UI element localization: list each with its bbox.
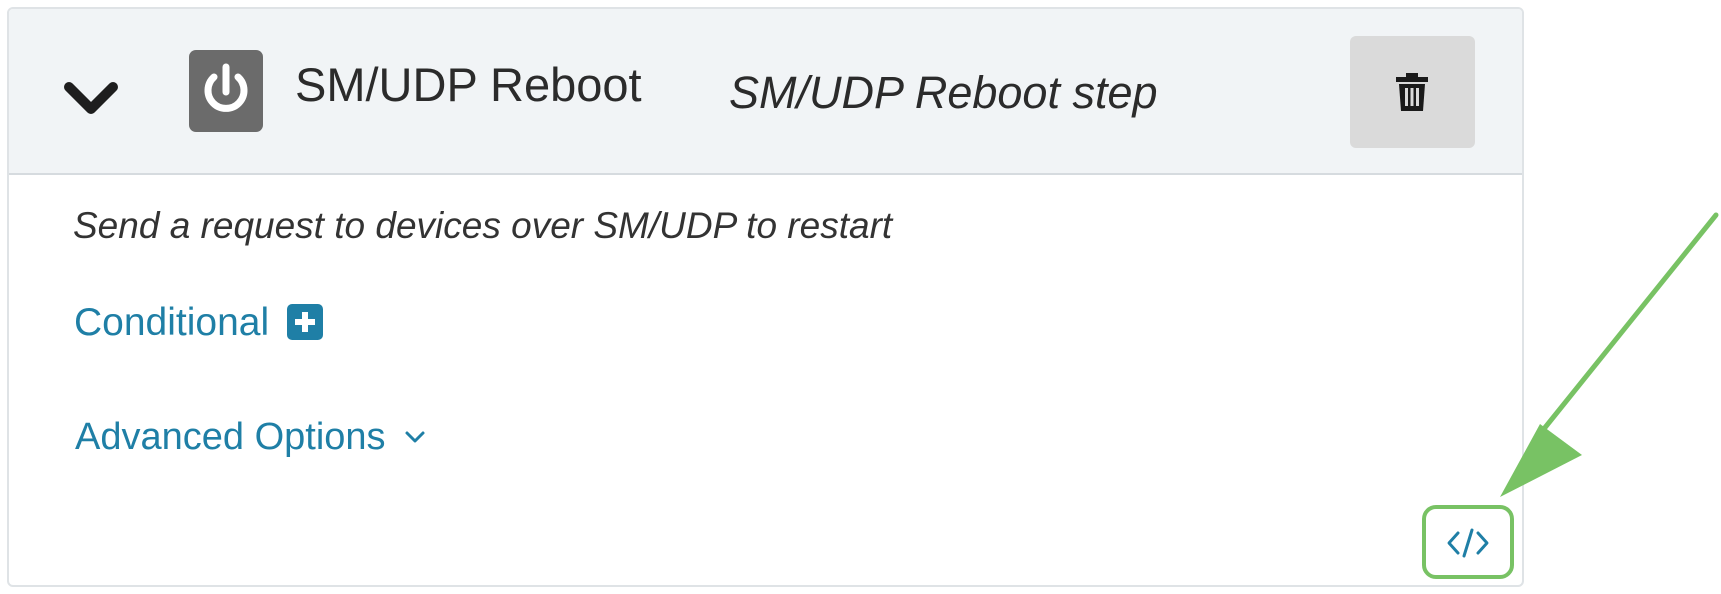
conditional-label: Conditional [74, 300, 270, 344]
step-description: Send a request to devices over SM/UDP to… [73, 205, 893, 246]
chevron-down-icon [64, 82, 118, 114]
delete-step-button[interactable] [1350, 36, 1475, 148]
plus-square-icon [287, 304, 324, 340]
step-name: SM/UDP Reboot [295, 58, 642, 111]
trash-icon [1396, 73, 1428, 111]
step-card: SM/UDP Reboot SM/UDP Reboot step Send a … [7, 7, 1524, 587]
code-icon [1447, 528, 1489, 558]
code-view-button[interactable] [1422, 505, 1514, 579]
step-card-header: SM/UDP Reboot SM/UDP Reboot step [9, 9, 1522, 175]
power-icon [204, 63, 248, 112]
step-label: SM/UDP Reboot step [729, 67, 1158, 118]
add-conditional-link[interactable]: Conditional [74, 299, 324, 345]
advanced-options-toggle[interactable]: Advanced Options [75, 414, 426, 460]
advanced-options-label: Advanced Options [75, 416, 386, 458]
chevron-down-icon [405, 431, 425, 443]
collapse-toggle[interactable] [61, 69, 121, 129]
step-type-icon [189, 50, 263, 132]
